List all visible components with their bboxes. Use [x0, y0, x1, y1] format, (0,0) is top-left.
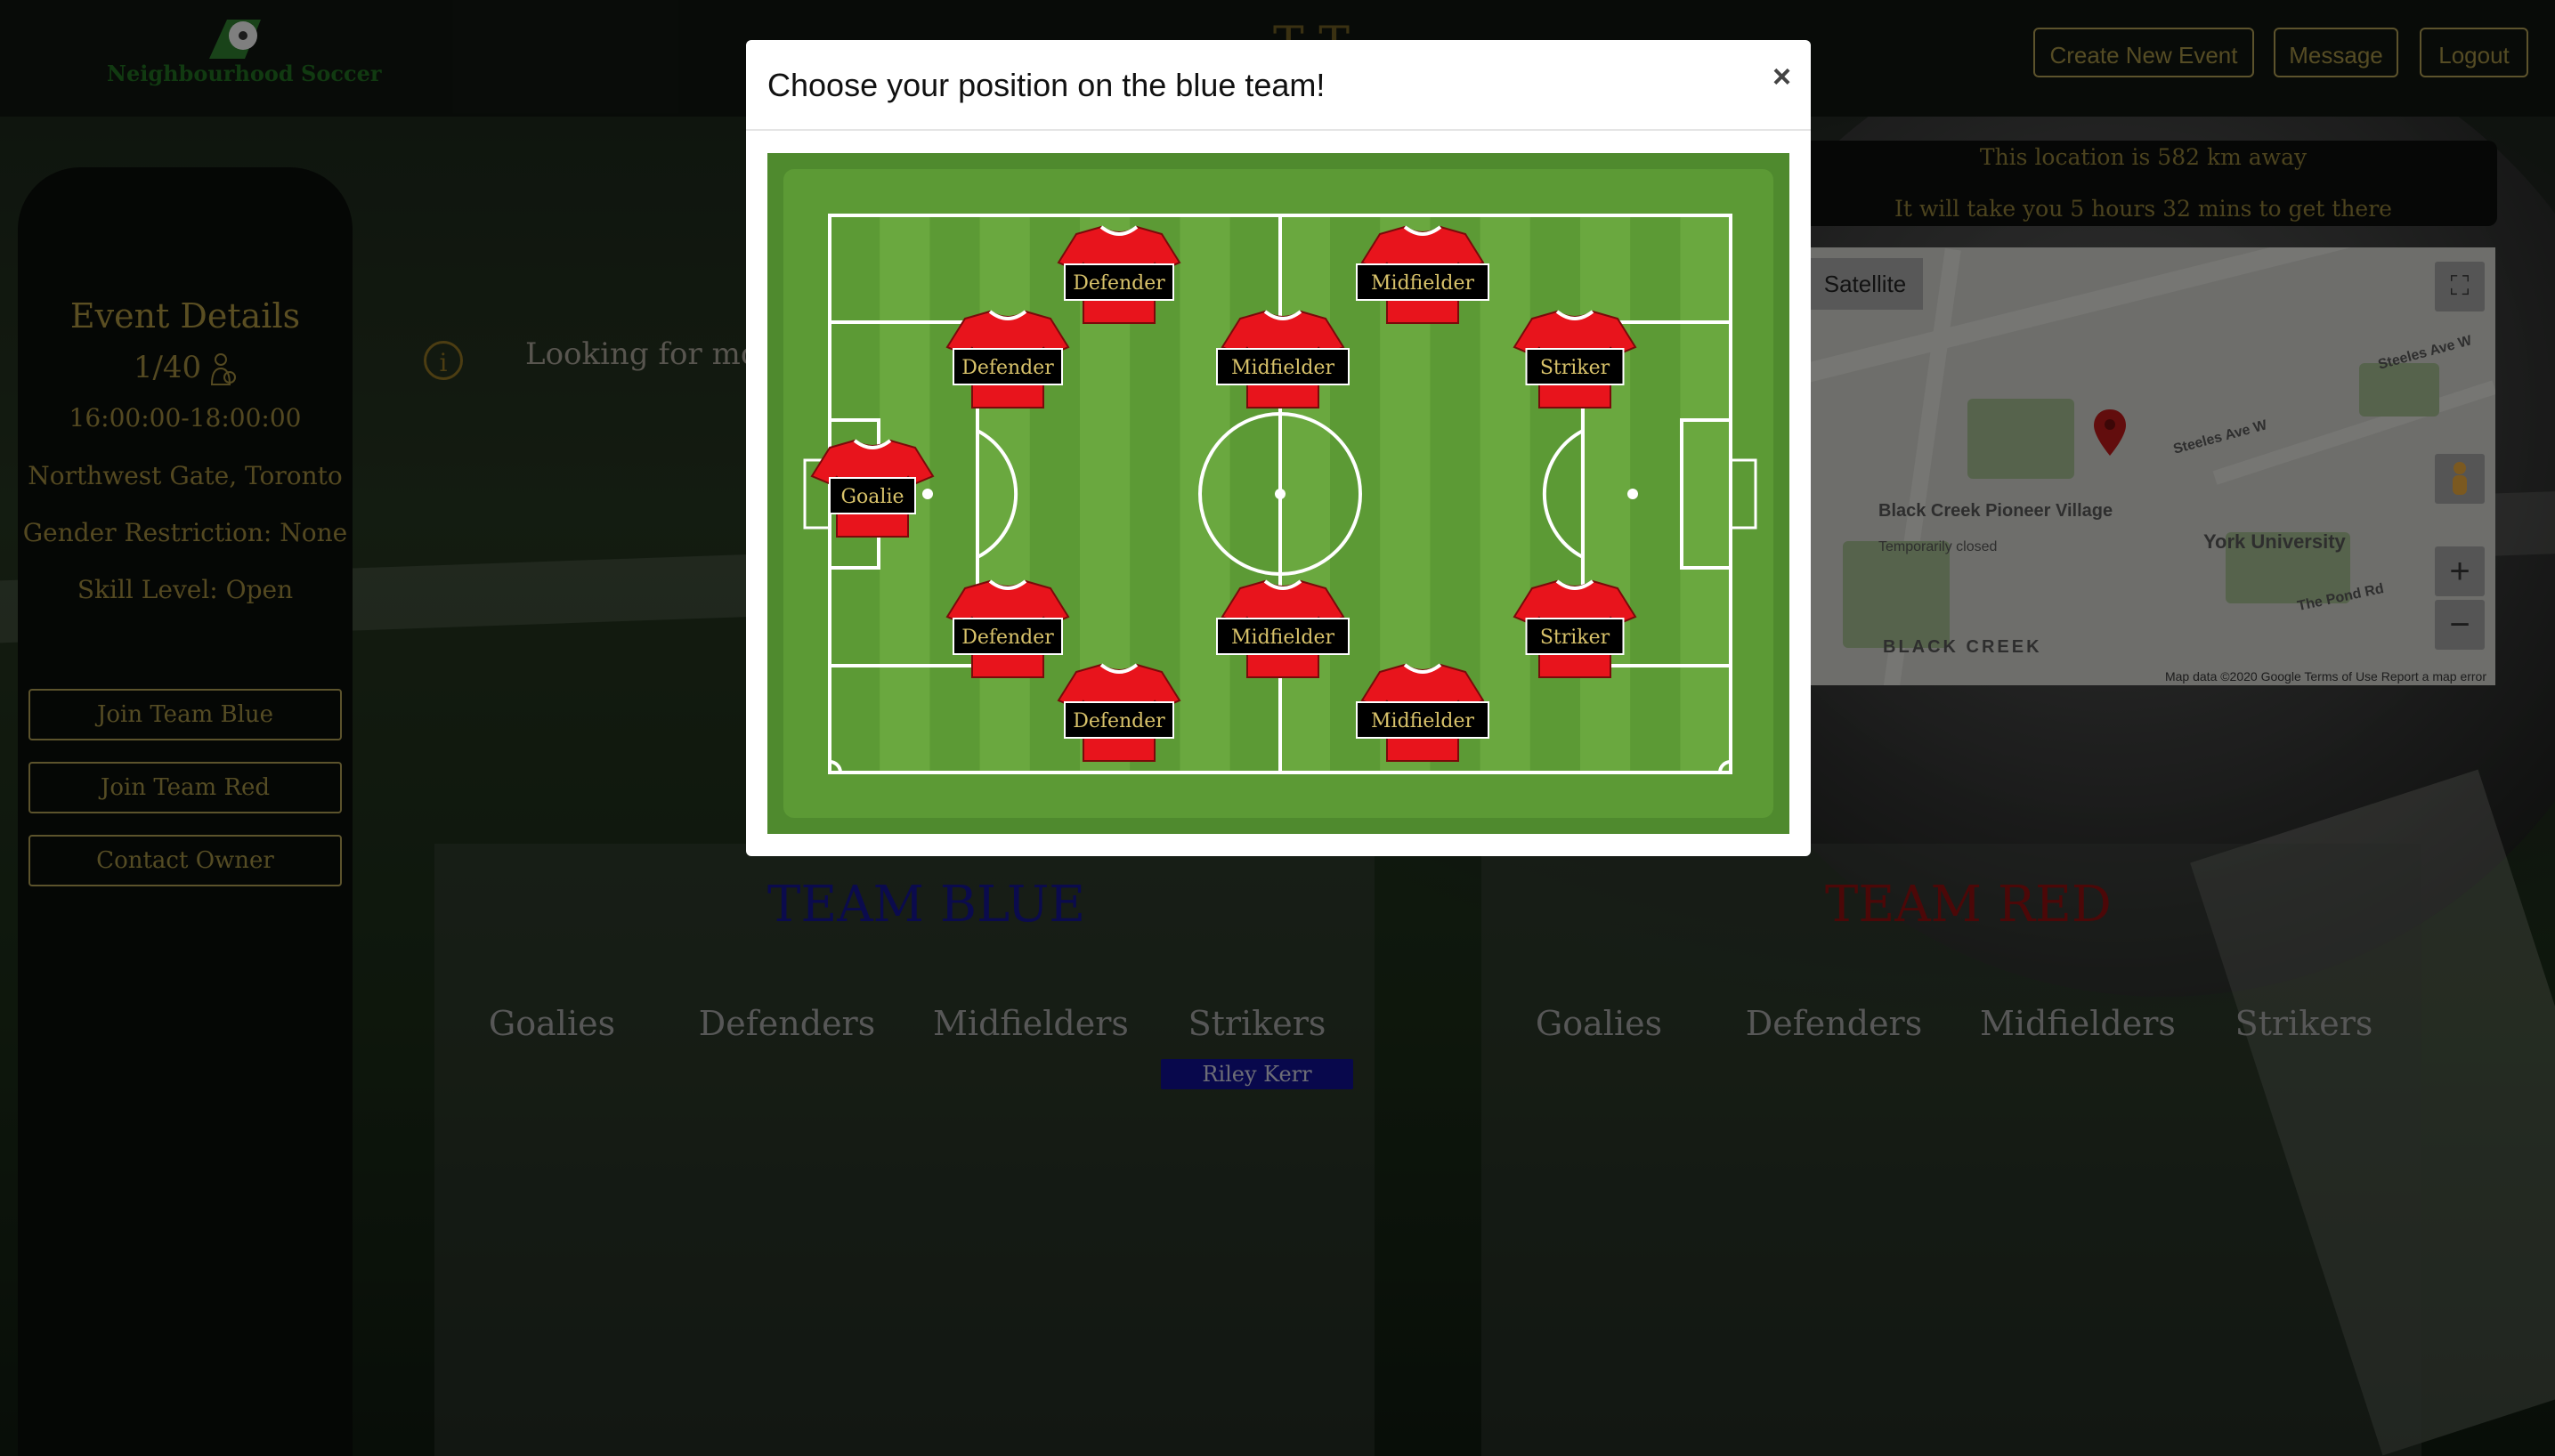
position-label: Striker: [1540, 357, 1610, 379]
position-label: Goalie: [840, 486, 904, 508]
pitch-stripe: [979, 215, 1030, 772]
position-label: Defender: [961, 357, 1054, 379]
position-label: Striker: [1540, 627, 1610, 649]
position-modal: Choose your position on the blue team! ×…: [746, 40, 1811, 856]
position-label: Defender: [1073, 710, 1165, 732]
position-label: Midfielder: [1231, 357, 1334, 379]
position-label: Midfielder: [1371, 710, 1474, 732]
pitch-stripe: [1580, 215, 1631, 772]
soccer-pitch: Goalie Defender Defender Defender Defender Mi…: [767, 153, 1789, 834]
close-icon[interactable]: ×: [1772, 58, 1791, 95]
pitch-stripe: [1279, 215, 1330, 772]
modal-divider: [746, 129, 1811, 131]
pitch-stripe: [1180, 215, 1230, 772]
position-label: Defender: [1073, 272, 1165, 295]
pitch-stripe: [1680, 215, 1731, 772]
position-label: Midfielder: [1371, 272, 1474, 295]
modal-title: Choose your position on the blue team!: [767, 67, 1326, 103]
position-label: Midfielder: [1231, 627, 1334, 649]
position-label: Defender: [961, 627, 1054, 649]
